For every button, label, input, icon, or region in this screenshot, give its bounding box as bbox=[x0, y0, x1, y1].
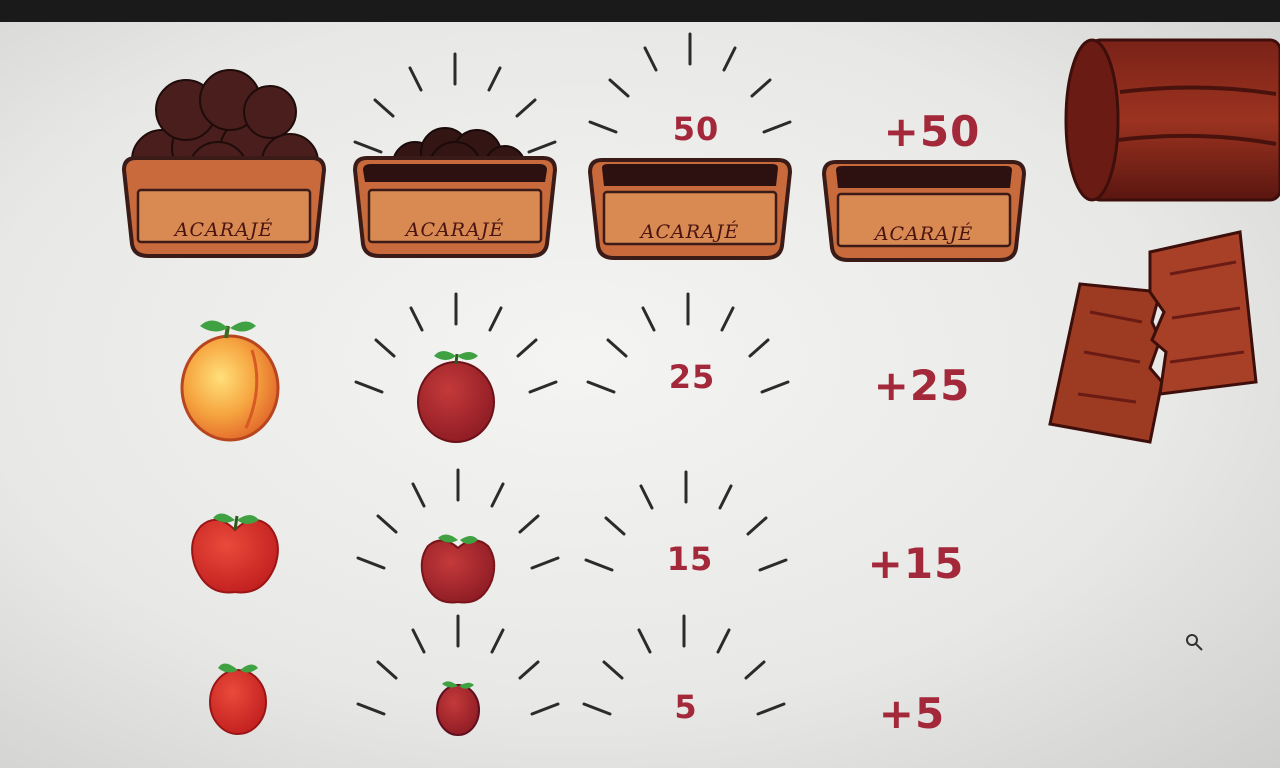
score-value: 50 bbox=[673, 110, 720, 148]
basket-label: ACARAJÉ bbox=[173, 218, 274, 241]
broken-log-icon bbox=[1048, 230, 1258, 444]
score-value: 5 bbox=[674, 688, 697, 726]
score-bonus: +5 bbox=[879, 689, 945, 738]
score-bonus: +25 bbox=[874, 361, 971, 410]
glowing-fruit-icon bbox=[436, 681, 480, 736]
basket-label: ACARAJÉ bbox=[404, 218, 505, 241]
basket-label: ACARAJÉ bbox=[873, 222, 974, 245]
empty-basket-icon bbox=[588, 158, 792, 260]
glowing-fruit-icon bbox=[417, 351, 495, 443]
sprite-sheet-canvas: ACARAJÉ ACARAJÉ ACARAJÉ 50 ACARAJÉ +50 2… bbox=[0, 22, 1280, 768]
sprite-sheet: ACARAJÉ ACARAJÉ ACARAJÉ 50 ACARAJÉ +50 2… bbox=[122, 32, 1280, 738]
empty-basket-icon bbox=[822, 160, 1026, 262]
score-bonus: +50 bbox=[884, 107, 981, 156]
score-bonus: +15 bbox=[868, 539, 965, 588]
mouse-cursor-icon bbox=[1186, 634, 1203, 651]
small-apple-icon bbox=[209, 663, 267, 735]
wooden-log-icon bbox=[1064, 38, 1280, 202]
peach-icon bbox=[180, 320, 280, 442]
glowing-fruit-icon bbox=[420, 534, 496, 604]
score-value: 15 bbox=[667, 540, 714, 578]
red-apple-icon bbox=[191, 513, 279, 594]
basket-label: ACARAJÉ bbox=[639, 220, 740, 243]
score-value: 25 bbox=[669, 358, 716, 396]
